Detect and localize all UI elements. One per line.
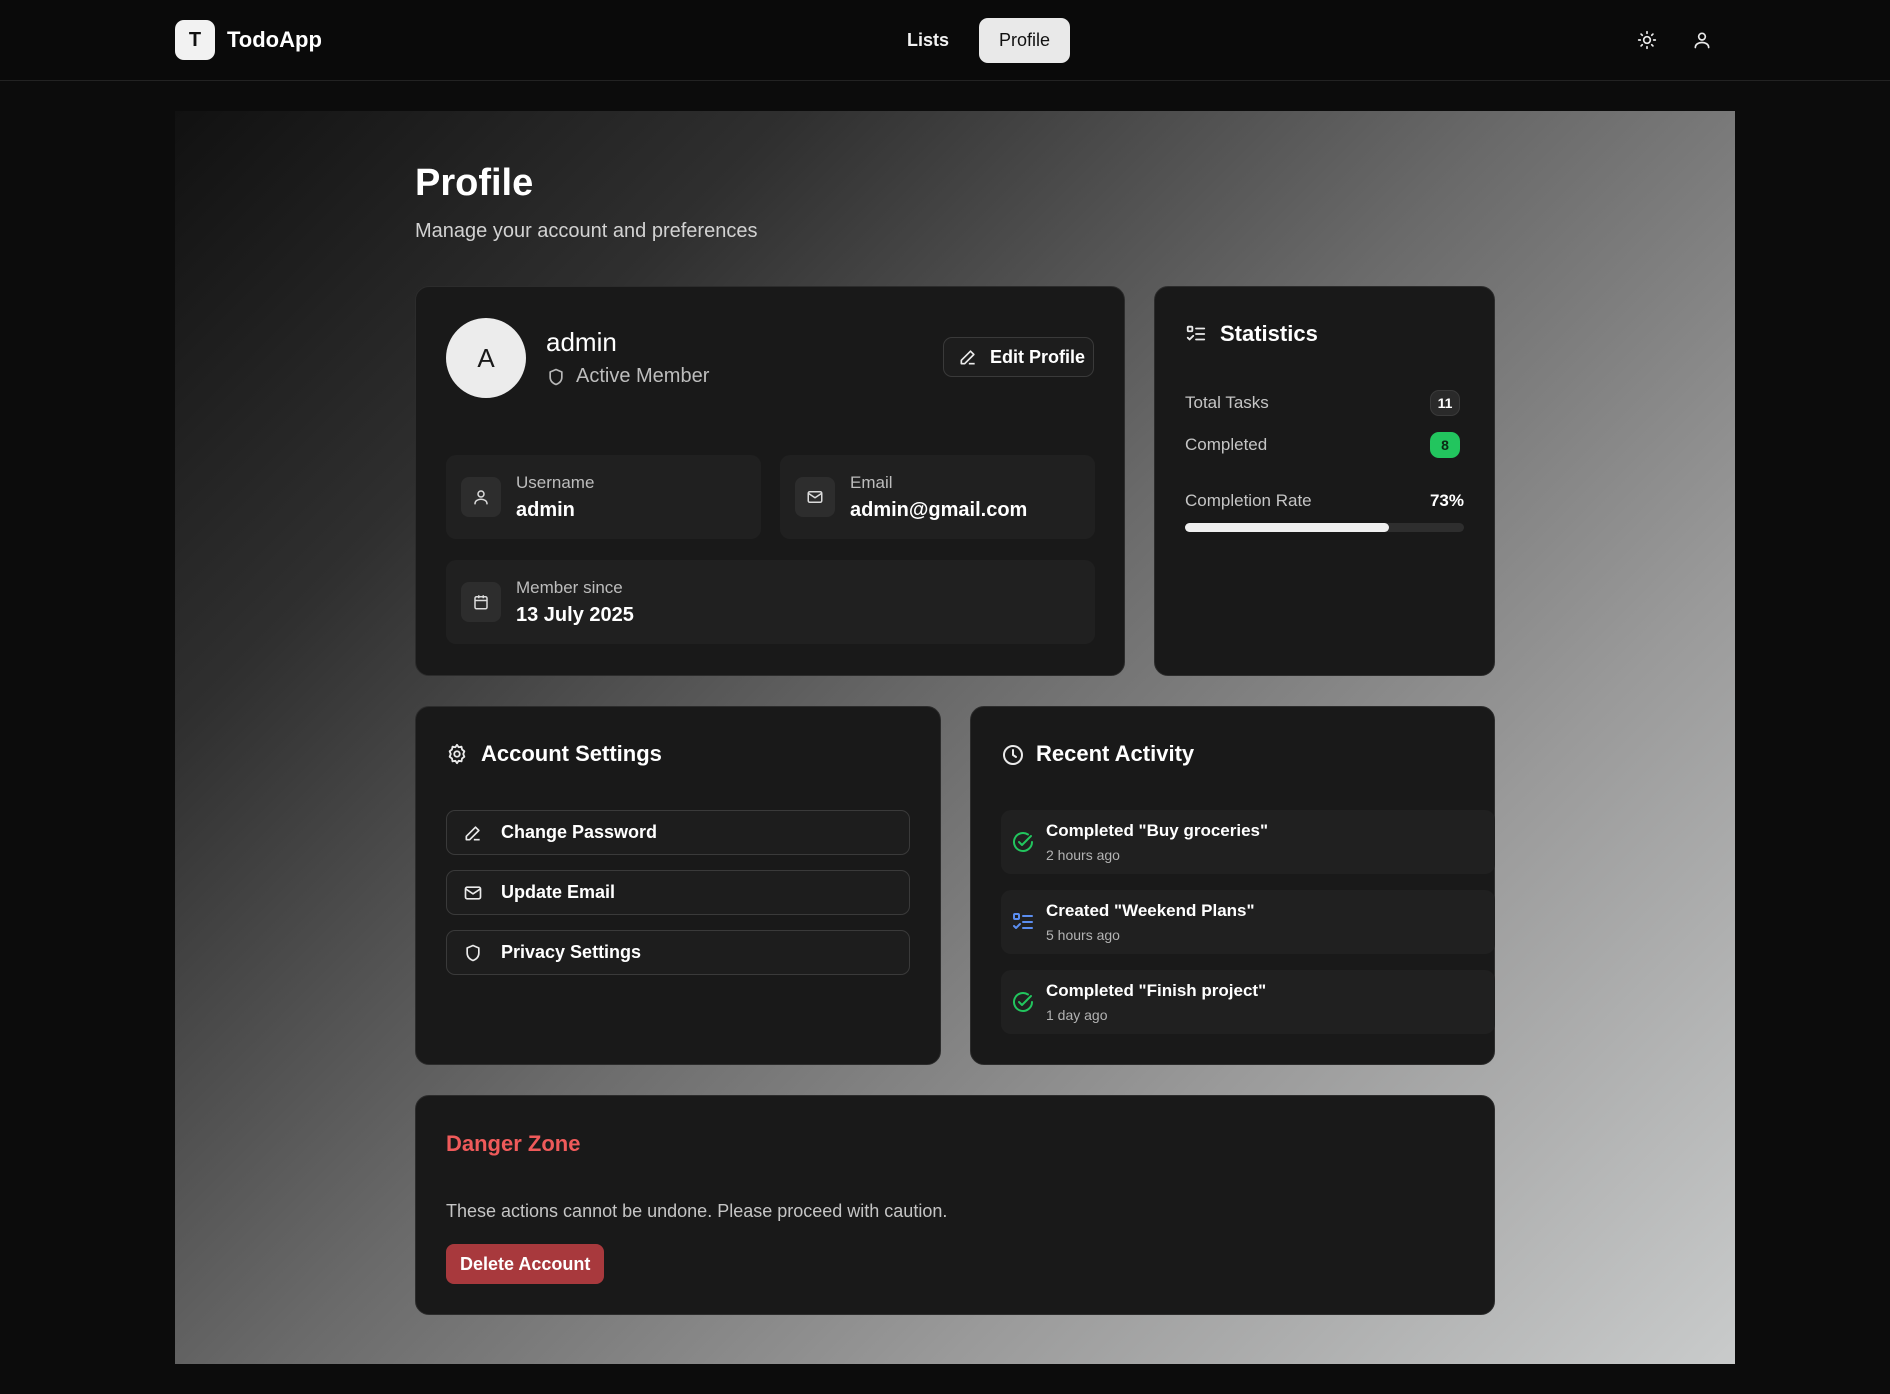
sun-icon[interactable] [1631,24,1663,56]
tab-lists[interactable]: Lists [887,18,969,63]
avatar: A [446,318,526,398]
brand-name: TodoApp [227,27,322,52]
username-label: Username [516,473,595,492]
recent-activity-title: Recent Activity [1036,741,1195,766]
username-value: admin [516,499,575,521]
completion-rate-label: Completion Rate [1185,491,1312,510]
main-nav: Lists Profile [887,18,1071,63]
account-settings-title: Account Settings [481,741,662,766]
completed-badge: 8 [1430,432,1460,458]
completed-label: Completed [1185,435,1268,454]
edit-profile-label: Edit Profile [990,346,1086,367]
profile-status: Active Member [546,365,709,388]
activity-time: 5 hours ago [1046,927,1120,943]
brand[interactable]: T TodoApp [175,20,322,60]
list-icon [1011,910,1035,934]
email-field: Email admin@gmail.com [780,455,1095,539]
activity-title: Completed "Buy groceries" [1046,821,1269,840]
pencil-icon [463,823,483,843]
page-title: Profile [415,162,534,204]
danger-zone-title: Danger Zone [446,1131,581,1156]
total-tasks-label: Total Tasks [1185,393,1269,412]
danger-zone-description: These actions cannot be undone. Please p… [446,1201,948,1221]
member-since-label: Member since [516,578,623,597]
email-label: Email [850,473,893,492]
activity-item: Created "Weekend Plans" 5 hours ago [1001,890,1495,954]
activity-title: Created "Weekend Plans" [1046,901,1255,920]
profile-card: A admin Active Member Edit Profile Usern… [415,286,1125,676]
user-icon [461,477,501,517]
member-since-field: Member since 13 July 2025 [446,560,1095,644]
statistics-card: Statistics Total Tasks 11 Completed 8 Co… [1154,286,1495,676]
statistics-title: Statistics [1220,321,1318,346]
completion-progress-track [1185,523,1464,532]
edit-profile-button[interactable]: Edit Profile [943,337,1094,377]
completion-progress-fill [1185,523,1389,532]
delete-account-button[interactable]: Delete Account [446,1244,605,1284]
status-label: Active Member [576,365,710,387]
user-icon[interactable] [1686,24,1718,56]
privacy-settings-button[interactable]: Privacy Settings [446,930,910,975]
member-since-value: 13 July 2025 [516,604,634,626]
privacy-settings-label: Privacy Settings [501,942,642,962]
list-checks-icon [1185,323,1207,345]
mail-icon [795,477,835,517]
shield-icon [546,367,566,387]
clock-icon [1001,743,1025,767]
calendar-icon [461,582,501,622]
page-subtitle: Manage your account and preferences [415,220,758,242]
total-tasks-badge: 11 [1430,390,1460,416]
username-field: Username admin [446,455,761,539]
change-password-label: Change Password [501,822,658,842]
change-password-button[interactable]: Change Password [446,810,910,855]
tab-profile[interactable]: Profile [979,18,1071,63]
recent-activity-card: Recent Activity Completed "Buy groceries… [970,706,1495,1065]
completion-rate-value: 73% [1429,491,1464,510]
mail-icon [463,883,483,903]
gear-icon [446,743,468,765]
email-value: admin@gmail.com [850,499,1028,521]
pencil-icon [958,347,978,367]
activity-title: Completed "Finish project" [1046,981,1267,1000]
danger-zone-card: Danger Zone These actions cannot be undo… [415,1095,1495,1315]
account-settings-card: Account Settings Change Password Update … [415,706,941,1065]
activity-time: 1 day ago [1046,1007,1108,1023]
activity-time: 2 hours ago [1046,847,1120,863]
profile-name: admin [546,327,617,357]
activity-item: Completed "Buy groceries" 2 hours ago [1001,810,1495,874]
check-circle-icon [1011,990,1035,1014]
check-circle-icon [1011,830,1035,854]
activity-item: Completed "Finish project" 1 day ago [1001,970,1495,1034]
update-email-button[interactable]: Update Email [446,870,910,915]
update-email-label: Update Email [501,882,616,902]
top-navbar: T TodoApp Lists Profile [0,0,1890,81]
shield-icon [463,943,483,963]
brand-logo: T [175,20,215,60]
